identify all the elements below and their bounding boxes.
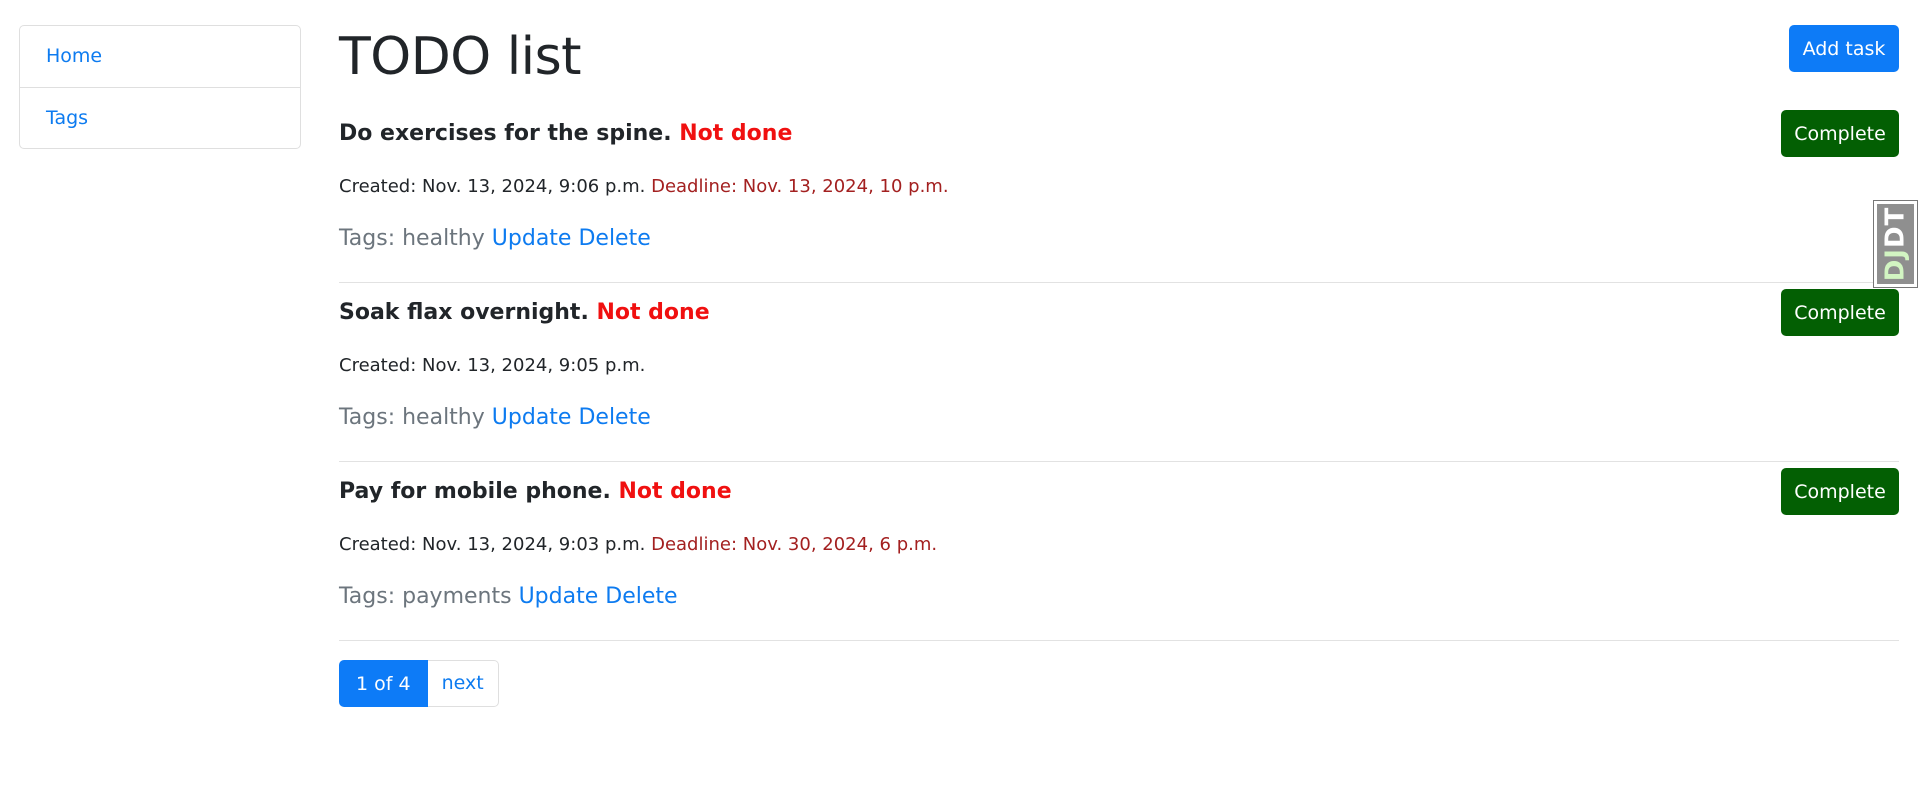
delete-link[interactable]: Delete [578,226,650,251]
sidebar-item-home[interactable]: Home [20,26,300,87]
task-title: Do exercises for the spine. Not done [339,121,792,146]
task-status: Not done [596,300,710,325]
task-created: Created: Nov. 13, 2024, 9:03 p.m. [339,534,646,555]
task-tags: Tags: healthy Update Delete [339,405,651,430]
task-tags: Tags: healthy Update Delete [339,226,651,251]
current-page-indicator: 1 of 4 [339,660,428,707]
debug-toolbar-label: DJDT [1880,206,1911,282]
task-deadline: Deadline: Nov. 13, 2024, 10 p.m. [651,176,949,197]
next-page-link[interactable]: next [427,660,499,707]
complete-button[interactable]: Complete [1781,110,1899,157]
page-title: TODO list [339,27,582,87]
task-title: Pay for mobile phone. Not done [339,479,732,504]
complete-button[interactable]: Complete [1781,468,1899,515]
sidebar-item-tags[interactable]: Tags [20,87,300,148]
pagination: 1 of 4 next [339,660,499,707]
task-status: Not done [679,121,793,146]
task-title-text: Pay for mobile phone. [339,479,611,504]
debug-toolbar-handle[interactable]: DJDT [1873,200,1918,288]
update-link[interactable]: Update [519,584,599,609]
task-tags-label: Tags: healthy [339,405,485,430]
complete-button[interactable]: Complete [1781,289,1899,336]
task-dates: Created: Nov. 13, 2024, 9:05 p.m. [339,355,645,376]
task-deadline: Deadline: Nov. 30, 2024, 6 p.m. [651,534,938,555]
task-created: Created: Nov. 13, 2024, 9:05 p.m. [339,355,646,376]
task-tags-label: Tags: payments [339,584,512,609]
task-item: Pay for mobile phone. Not done Complete … [339,462,1899,641]
task-item: Soak flax overnight. Not done Complete C… [339,283,1899,462]
task-title: Soak flax overnight. Not done [339,300,710,325]
delete-link[interactable]: Delete [605,584,677,609]
update-link[interactable]: Update [492,405,572,430]
delete-link[interactable]: Delete [578,405,650,430]
update-link[interactable]: Update [492,226,572,251]
task-status: Not done [618,479,732,504]
task-tags: Tags: payments Update Delete [339,584,678,609]
add-task-button[interactable]: Add task [1789,25,1899,72]
task-title-text: Do exercises for the spine. [339,121,672,146]
task-item: Do exercises for the spine. Not done Com… [339,104,1899,283]
sidebar-nav: Home Tags [19,25,301,149]
task-dates: Created: Nov. 13, 2024, 9:03 p.m. Deadli… [339,534,937,555]
task-created: Created: Nov. 13, 2024, 9:06 p.m. [339,176,646,197]
debug-toolbar-logo: DJDT [1877,204,1914,284]
task-dates: Created: Nov. 13, 2024, 9:06 p.m. Deadli… [339,176,949,197]
task-title-text: Soak flax overnight. [339,300,589,325]
task-tags-label: Tags: healthy [339,226,485,251]
